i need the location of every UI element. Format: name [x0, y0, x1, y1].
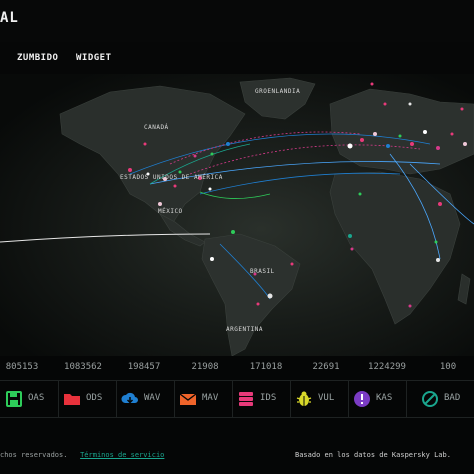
hotspot	[450, 132, 454, 136]
hotspot	[410, 142, 414, 146]
stat-value: 100	[439, 362, 457, 372]
central-america-landmass	[159, 213, 206, 247]
hotspot	[460, 107, 464, 111]
hotspot	[434, 240, 438, 244]
label-mexico: MÉXICO	[158, 208, 183, 215]
legend-bad[interactable]: BAD	[416, 381, 474, 417]
legend-label: VUL	[318, 393, 335, 403]
threat-legend: OAS ODS WAV MAV IDS VUL KAS BAD	[0, 380, 474, 418]
legend-wav[interactable]: WAV	[116, 381, 175, 417]
stats-row: 805153 1083562 198457 21908 171018 22691…	[0, 356, 474, 380]
legend-oas[interactable]: OAS	[0, 381, 59, 417]
stat-value: 198457	[127, 362, 161, 372]
terms-link[interactable]: Términos de servicio	[80, 451, 164, 459]
greenland-landmass	[239, 77, 316, 120]
app-logo[interactable]: AL	[0, 10, 19, 26]
hotspot	[383, 102, 387, 106]
blocked-icon	[422, 391, 438, 407]
legend-label: WAV	[144, 393, 161, 403]
hotspot	[226, 142, 230, 146]
footer: chos reservados. Términos de servicio Ba…	[0, 438, 474, 474]
legend-kas[interactable]: KAS	[348, 381, 407, 417]
hotspot	[347, 143, 353, 149]
hotspot	[256, 302, 260, 306]
label-canada: CANADÁ	[144, 124, 169, 131]
north-america-landmass	[59, 85, 246, 225]
europe-landmass	[329, 88, 474, 175]
hotspot	[350, 247, 354, 251]
hotspot	[358, 192, 362, 196]
stat-value: 22691	[312, 362, 340, 372]
hotspot	[408, 102, 412, 106]
hotspot	[143, 142, 147, 146]
label-argentina: ARGENTINA	[226, 326, 264, 333]
map-canvas	[0, 77, 474, 356]
legend-label: OAS	[28, 393, 45, 403]
hotspot	[370, 82, 374, 86]
footer-left: chos reservados. Términos de servicio	[0, 451, 164, 459]
legend-label: ODS	[86, 393, 103, 403]
hotspot	[208, 187, 212, 191]
nav-item-zumbido[interactable]: ZUMBIDO	[17, 53, 58, 63]
legend-label: BAD	[444, 393, 461, 403]
label-greenland: GROENLANDIA	[255, 88, 301, 95]
hotspot	[398, 134, 402, 138]
stat-value: 1224299	[368, 362, 406, 372]
legend-label: IDS	[260, 393, 277, 403]
legend-ids[interactable]: IDS	[232, 381, 291, 417]
cloud-download-icon	[121, 392, 138, 404]
hotspot	[193, 154, 197, 158]
hotspot	[408, 304, 412, 308]
alert-icon	[354, 391, 370, 407]
madagascar-landmass	[457, 273, 471, 305]
hotspot	[386, 144, 390, 148]
hotspot	[360, 138, 364, 142]
hotspot	[128, 168, 132, 172]
hotspot	[436, 146, 440, 150]
server-icon	[239, 392, 253, 406]
hotspot	[210, 152, 214, 156]
nav-bar: ZUMBIDO WIDGET	[0, 42, 474, 75]
legend-ods[interactable]: ODS	[58, 381, 117, 417]
africa-landmass	[329, 171, 461, 325]
top-bar: AL	[0, 0, 474, 43]
stat-value: 171018	[249, 362, 283, 372]
legend-label: MAV	[202, 393, 219, 403]
hotspot	[290, 262, 294, 266]
hotspot	[423, 130, 427, 134]
attack-arc	[199, 191, 271, 199]
nav-item-widget[interactable]: WIDGET	[76, 53, 112, 63]
label-brazil: BRASIL	[250, 268, 275, 275]
stat-value: 1083562	[64, 362, 102, 372]
label-usa: ESTADOS UNIDOS DE AMÉRICA	[120, 174, 223, 181]
hotspot	[210, 257, 214, 261]
hotspot	[231, 230, 235, 234]
envelope-icon	[179, 393, 197, 405]
bug-icon	[296, 391, 312, 406]
hotspot	[348, 234, 352, 238]
legend-label: KAS	[376, 393, 393, 403]
stat-value: 805153	[5, 362, 39, 372]
save-icon	[6, 391, 22, 407]
hotspot	[438, 202, 442, 206]
folder-icon	[64, 394, 80, 405]
legend-vul[interactable]: VUL	[290, 381, 349, 417]
world-threat-map[interactable]: GROENLANDIA CANADÁ ESTADOS UNIDOS DE AMÉ…	[0, 74, 474, 356]
stat-value: 21908	[191, 362, 219, 372]
hotspot	[173, 184, 177, 188]
legend-mav[interactable]: MAV	[174, 381, 233, 417]
hotspot	[463, 142, 467, 146]
copyright-text: chos reservados.	[0, 451, 68, 459]
hotspot	[158, 202, 162, 206]
hotspot	[267, 293, 273, 299]
south-america-landmass	[201, 233, 301, 356]
hotspot	[436, 258, 440, 262]
hotspot	[373, 132, 377, 136]
data-source-text: Basado en los datos de Kaspersky Lab.	[295, 451, 451, 459]
